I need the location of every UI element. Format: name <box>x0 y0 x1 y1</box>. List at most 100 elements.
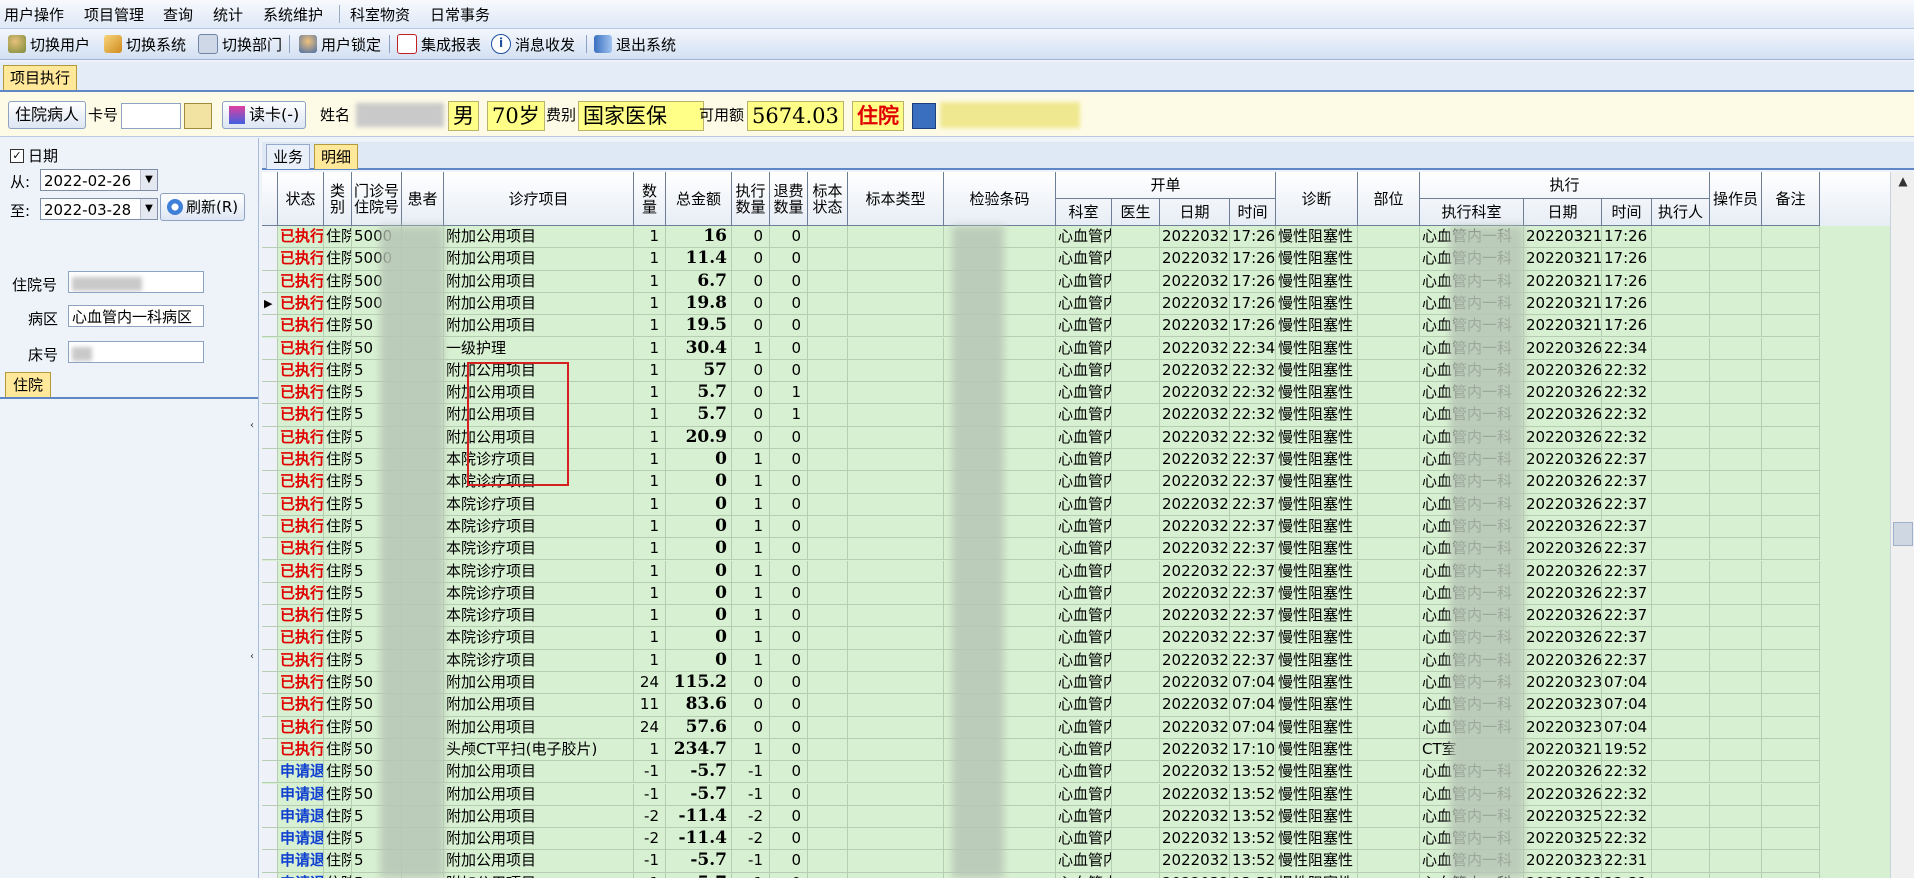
row-indicator[interactable] <box>262 248 278 271</box>
table-row[interactable]: 已执行住院500附加公用项目16.700心血管内2022032117:26慢性阻… <box>262 270 1890 293</box>
table-row[interactable]: 已执行住院5000附加公用项目111.400心血管内2022032117:26慢… <box>262 248 1890 271</box>
header-specimen-status[interactable]: 标本 状态 <box>808 172 848 226</box>
row-indicator[interactable] <box>262 449 278 472</box>
row-indicator[interactable]: ▶ <box>262 292 278 316</box>
vertical-scrollbar[interactable]: ▲ <box>1890 172 1914 878</box>
header-exec-date[interactable]: 日期 <box>1524 199 1602 226</box>
tab-inpatient[interactable]: 住院 <box>5 372 52 397</box>
table-row[interactable]: ▶已执行住院500附加公用项目119.800心血管内2022032117:26慢… <box>262 292 1890 316</box>
from-date-picker[interactable]: 2022-02-26 ▼ <box>40 169 158 191</box>
card-input[interactable] <box>121 103 181 129</box>
header-category[interactable]: 类别 <box>324 172 352 226</box>
menu-user-ops[interactable]: 用户操作 <box>4 4 64 25</box>
header-operator[interactable]: 操作员 <box>1710 172 1762 226</box>
table-row[interactable]: 申请退住院50附加公用项目-1-5.7-10心血管内2022032713:52慢… <box>262 783 1890 806</box>
header-amount[interactable]: 总金额 <box>666 172 732 226</box>
exit-system-button[interactable]: 退出系统 <box>594 33 676 55</box>
switch-user-button[interactable]: 切换用户 <box>8 33 90 55</box>
ward-field[interactable]: 心血管内一科病区 <box>68 305 204 327</box>
row-indicator[interactable] <box>262 738 278 762</box>
bed-field[interactable] <box>68 341 204 363</box>
table-row[interactable]: 申请退住院5附加公用项目-2-11.4-20心血管内2022032713:52慢… <box>262 828 1890 851</box>
row-indicator[interactable] <box>262 493 278 516</box>
menu-query[interactable]: 查询 <box>163 4 193 25</box>
header-patient[interactable]: 患者 <box>402 172 444 226</box>
menu-dept-supplies[interactable]: 科室物资 <box>350 4 410 25</box>
row-indicator[interactable] <box>262 515 278 539</box>
inpatient-button[interactable]: 住院病人 <box>8 101 87 129</box>
header-exec-time[interactable]: 时间 <box>1602 199 1652 226</box>
broom-icon[interactable] <box>184 103 212 129</box>
to-date-picker[interactable]: 2022-03-28 ▼ <box>40 198 158 220</box>
row-indicator[interactable] <box>262 337 278 360</box>
header-barcode[interactable]: 检验条码 <box>944 172 1056 226</box>
header-order-dept[interactable]: 科室 <box>1056 199 1112 226</box>
header-status[interactable]: 状态 <box>278 172 324 226</box>
header-specimen-type[interactable]: 标本类型 <box>848 172 944 226</box>
row-indicator[interactable] <box>262 359 278 383</box>
integrated-report-button[interactable]: 集成报表 <box>397 33 481 55</box>
row-indicator[interactable] <box>262 805 278 829</box>
menu-project-mgmt[interactable]: 项目管理 <box>84 4 144 25</box>
date-filter-checkbox[interactable]: ✓ 日期 <box>10 145 58 166</box>
menu-sys-maint[interactable]: 系统维护 <box>263 4 323 25</box>
row-indicator[interactable] <box>262 627 278 650</box>
table-row[interactable]: 申请退住院5附加公用项目-2-11.4-20心血管内2022032713:52慢… <box>262 805 1890 829</box>
table-row[interactable]: 已执行住院50附加公用项目24115.200心血管内2022032307:04慢… <box>262 672 1890 695</box>
table-row[interactable]: 已执行住院5本院诊疗项目1010心血管内2022032622:37慢性阻塞性心血… <box>262 538 1890 561</box>
header-row-indicator[interactable] <box>262 172 278 226</box>
switch-system-button[interactable]: 切换系统 <box>104 33 186 55</box>
header-remark[interactable]: 备注 <box>1762 172 1820 226</box>
table-row[interactable]: 已执行住院5本院诊疗项目1010心血管内2022032622:37慢性阻塞性心血… <box>262 493 1890 516</box>
table-row[interactable]: 已执行住院5本院诊疗项目1010心血管内2022032622:37慢性阻塞性心血… <box>262 560 1890 583</box>
row-indicator[interactable] <box>262 315 278 338</box>
row-indicator[interactable] <box>262 560 278 583</box>
header-exec-qty[interactable]: 执行 数量 <box>732 172 770 226</box>
scroll-up-icon[interactable]: ▲ <box>1891 174 1914 188</box>
row-indicator[interactable] <box>262 605 278 628</box>
header-qty[interactable]: 数量 <box>634 172 666 226</box>
row-indicator[interactable] <box>262 404 278 427</box>
table-row[interactable]: 已执行住院5本院诊疗项目1010心血管内2022032622:37慢性阻塞性心血… <box>262 649 1890 672</box>
header-exec-group[interactable]: 执行 <box>1420 172 1710 199</box>
table-row[interactable]: 已执行住院5000附加公用项目11600心血管内2022032117:26慢性阻… <box>262 226 1890 249</box>
row-indicator[interactable] <box>262 783 278 806</box>
header-exec-dept[interactable]: 执行科室 <box>1420 199 1524 226</box>
table-row[interactable]: 已执行住院5本院诊疗项目1010心血管内2022032622:37慢性阻塞性心血… <box>262 582 1890 606</box>
table-row[interactable]: 已执行住院5本院诊疗项目1010心血管内2022032622:37慢性阻塞性心血… <box>262 627 1890 650</box>
switch-dept-button[interactable]: 切换部门 <box>198 33 282 55</box>
refresh-button[interactable]: 刷新(R) <box>160 193 246 221</box>
row-indicator[interactable] <box>262 226 278 249</box>
row-indicator[interactable] <box>262 382 278 405</box>
tab-details[interactable]: 明细 <box>314 144 359 169</box>
header-site[interactable]: 部位 <box>1358 172 1420 226</box>
read-card-button[interactable]: 读卡(-) <box>222 101 307 129</box>
inpatient-no-field[interactable] <box>68 271 204 293</box>
splitter-handle[interactable]: ‹ ‹ <box>250 420 258 662</box>
header-order-group[interactable]: 开单 <box>1056 172 1276 199</box>
table-row[interactable]: 已执行住院50附加公用项目2457.600心血管内2022032307:04慢性… <box>262 716 1890 739</box>
row-indicator[interactable] <box>262 850 278 873</box>
header-refund-qty[interactable]: 退费 数量 <box>770 172 808 226</box>
table-row[interactable]: 已执行住院5本院诊疗项目1010心血管内2022032622:37慢性阻塞性心血… <box>262 515 1890 539</box>
scroll-thumb[interactable] <box>1893 522 1913 546</box>
header-order-time[interactable]: 时间 <box>1230 199 1276 226</box>
table-row[interactable]: 申请退住院50附加公用项目-1-5.7-10心血管内2022032713:52慢… <box>262 761 1890 784</box>
row-indicator[interactable] <box>262 426 278 449</box>
row-indicator[interactable] <box>262 649 278 672</box>
table-row[interactable]: 已执行住院50头颅CT平扫(电子胶片)1234.710心血管内202203211… <box>262 738 1890 762</box>
row-indicator[interactable] <box>262 694 278 717</box>
row-indicator[interactable] <box>262 471 278 494</box>
menu-stats[interactable]: 统计 <box>213 4 243 25</box>
row-indicator[interactable] <box>262 538 278 561</box>
tab-business[interactable]: 业务 <box>266 144 311 169</box>
table-row[interactable]: 申请退住院5附加公用项目-1-5.7-10心血管内2022032713:52慢性… <box>262 872 1890 878</box>
header-item[interactable]: 诊疗项目 <box>444 172 634 226</box>
table-row[interactable]: 申请退住院5附加公用项目-1-5.7-10心血管内2022032713:52慢性… <box>262 850 1890 873</box>
header-order-date[interactable]: 日期 <box>1160 199 1230 226</box>
print-icon[interactable] <box>912 103 936 129</box>
row-indicator[interactable] <box>262 270 278 293</box>
header-doctor[interactable]: 医生 <box>1112 199 1160 226</box>
messages-button[interactable]: i 消息收发 <box>491 33 575 55</box>
table-row[interactable]: 已执行住院5本院诊疗项目1010心血管内2022032622:37慢性阻塞性心血… <box>262 605 1890 628</box>
